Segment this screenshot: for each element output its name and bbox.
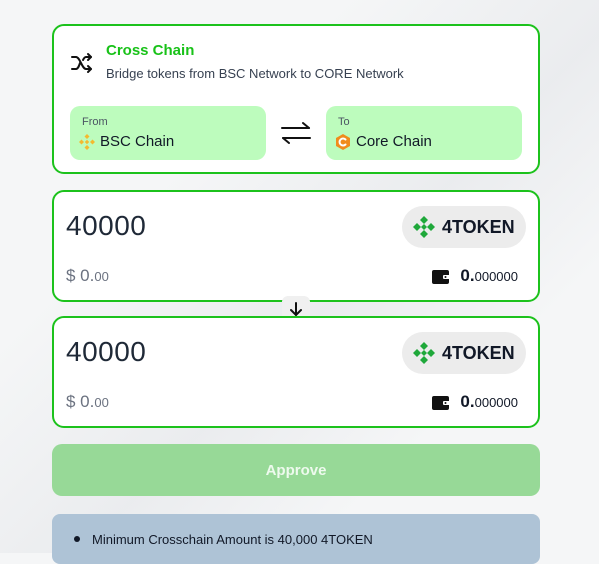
receive-usd-value: $ 0.00	[66, 392, 109, 411]
cross-chain-subtitle: Bridge tokens from BSC Network to CORE N…	[106, 66, 404, 81]
receive-amount-display: 40000	[66, 336, 147, 367]
wallet-icon	[432, 394, 450, 410]
send-token-selector[interactable]: 4TOKEN	[402, 206, 526, 248]
receive-balance: 0.000000	[460, 392, 518, 411]
send-balance: 0.000000	[460, 266, 518, 285]
to-chain-selector[interactable]: To Core Chain	[326, 106, 522, 160]
approve-button[interactable]: Approve	[52, 444, 540, 496]
bnb-logo-icon	[78, 133, 96, 151]
info-box: Minimum Crosschain Amount is 40,000 4TOK…	[52, 514, 540, 564]
receive-token-name: 4TOKEN	[442, 343, 515, 363]
4token-logo-icon	[412, 342, 436, 364]
receive-amount-card: 40000 4TOKEN $ 0.00 0.000000	[52, 316, 540, 428]
to-label: To	[338, 116, 350, 128]
from-chain-selector[interactable]: From BSC Chain	[70, 106, 266, 160]
minimum-amount-note: Minimum Crosschain Amount is 40,000 4TOK…	[92, 532, 373, 547]
send-amount-input[interactable]: 40000	[66, 210, 146, 242]
shuffle-icon	[70, 52, 94, 74]
swap-arrows-icon[interactable]	[279, 120, 313, 146]
send-token-name: 4TOKEN	[442, 217, 515, 237]
receive-token-selector[interactable]: 4TOKEN	[402, 332, 526, 374]
from-label: From	[82, 116, 108, 128]
to-chain-name: Core Chain	[356, 133, 432, 150]
4token-logo-icon	[412, 216, 436, 238]
from-chain-name: BSC Chain	[100, 133, 175, 150]
approve-label: Approve	[265, 462, 327, 479]
cross-chain-card: Cross Chain Bridge tokens from BSC Netwo…	[52, 24, 540, 174]
send-amount-card: 40000 4TOKEN $ 0.00 0.000000	[52, 190, 540, 302]
cross-chain-title: Cross Chain	[106, 42, 195, 59]
core-logo-icon	[334, 133, 352, 151]
wallet-icon	[432, 268, 450, 284]
send-usd-value: $ 0.00	[66, 266, 109, 285]
bullet	[74, 536, 80, 542]
